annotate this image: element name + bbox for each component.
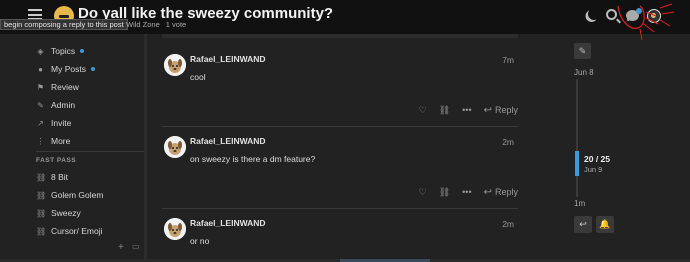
post-time[interactable]: 2m xyxy=(502,137,514,147)
timeline-handle[interactable] xyxy=(575,151,579,176)
sidebar-link-label: Sweezy xyxy=(51,208,81,218)
sidebar-item-review[interactable]: ⚑ Review xyxy=(36,78,79,96)
link-icon[interactable]: ⛓ xyxy=(439,187,450,198)
sidebar-item-label: My Posts xyxy=(51,64,86,74)
sidebar-link-label: Cursor/ Emoji xyxy=(51,226,103,236)
reply-label: Reply xyxy=(494,105,518,115)
timeline-track[interactable] xyxy=(576,79,578,197)
like-icon[interactable]: ♡ xyxy=(419,187,427,198)
post: Rafael_LEINWAND 7m cool ♡ ⛓ ••• ↩ Reply xyxy=(162,52,518,122)
more-icon: ⋮ xyxy=(36,136,45,146)
sidebar-item-label: Admin xyxy=(51,100,76,110)
link-icon: ⛓ xyxy=(36,172,47,182)
post-actions: ♡ ⛓ ••• ↩ Reply xyxy=(419,185,518,199)
post-body: or no xyxy=(190,236,210,246)
notification-dot xyxy=(636,8,642,14)
timeline-start-date[interactable]: Jun 8 xyxy=(574,68,594,77)
reply-icon: ↩ xyxy=(483,104,492,116)
like-icon[interactable]: ♡ xyxy=(419,105,427,116)
collapse-sidebar-button[interactable]: ▭ xyxy=(132,242,140,251)
sidebar-item-label: Topics xyxy=(51,46,76,56)
post: Rafael_LEINWAND 2m on sweezy is there a … xyxy=(162,134,518,204)
reply-button[interactable]: ↩ Reply xyxy=(484,105,518,116)
sidebar-item-label: Review xyxy=(51,82,79,92)
more-icon[interactable]: ••• xyxy=(462,105,471,115)
link-icon: ⛓ xyxy=(36,226,47,236)
sidebar: ◈ Topics ● My Posts ⚑ Review ✎ Admin ↗ I… xyxy=(0,34,148,262)
user-icon: ● xyxy=(38,64,43,74)
reply-label: Reply xyxy=(494,187,518,197)
flag-icon: ⚑ xyxy=(36,82,45,92)
reply-tooltip: begin composing a reply to this post xyxy=(0,19,128,30)
search-icon[interactable] xyxy=(606,9,617,20)
post-time[interactable]: 7m xyxy=(502,55,514,65)
invite-icon: ↗ xyxy=(37,118,44,128)
topics-icon: ◈ xyxy=(37,46,44,56)
admin-wrench-button[interactable]: ✎ xyxy=(574,43,591,59)
sidebar-item-my-posts[interactable]: ● My Posts xyxy=(36,60,95,78)
user-avatar[interactable] xyxy=(647,9,661,23)
post-body: cool xyxy=(190,72,206,82)
unread-dot xyxy=(80,49,85,53)
sidebar-divider xyxy=(36,151,144,152)
sidebar-link-label: Golem Golem xyxy=(51,190,104,200)
sidebar-item-invite[interactable]: ↗ Invite xyxy=(36,114,71,132)
sidebar-link-8-bit[interactable]: ⛓ 8 Bit xyxy=(36,168,68,186)
post-time[interactable]: 2m xyxy=(502,219,514,229)
author-name[interactable]: Rafael_LEINWAND xyxy=(190,54,266,64)
sidebar-link-label: 8 Bit xyxy=(51,172,69,182)
post: Rafael_LEINWAND 2m or no xyxy=(162,216,518,262)
reply-button[interactable]: ↩ Reply xyxy=(484,187,518,198)
app-window: Do yall like the sweezy community? begin… xyxy=(0,0,690,262)
author-avatar[interactable] xyxy=(164,136,186,158)
sidebar-section-title[interactable]: FAST PASS xyxy=(36,157,76,164)
timeline-end-label[interactable]: 1m xyxy=(574,199,585,208)
author-avatar[interactable] xyxy=(164,218,186,240)
sidebar-item-label: Invite xyxy=(51,118,72,128)
post-divider xyxy=(162,126,518,127)
timeline-position: 20 / 25 xyxy=(584,154,610,164)
link-icon: ⛓ xyxy=(36,190,47,200)
sidebar-item-label: More xyxy=(51,136,71,146)
timeline-position-date: Jun 9 xyxy=(584,165,603,174)
more-icon[interactable]: ••• xyxy=(462,187,471,197)
sidebar-item-more[interactable]: ⋮ More xyxy=(36,132,71,150)
topic-meta: Wild Zone 1 vote xyxy=(126,20,186,29)
post-body: on sweezy is there a dm feature? xyxy=(190,154,316,164)
moon-icon[interactable] xyxy=(586,6,601,21)
post-divider xyxy=(162,208,518,209)
post-stream: Rafael_LEINWAND 7m cool ♡ ⛓ ••• ↩ Reply R… xyxy=(152,34,527,262)
link-icon: ⛓ xyxy=(36,208,47,218)
top-divider xyxy=(162,34,518,38)
reply-icon: ↩ xyxy=(483,186,492,198)
author-avatar[interactable] xyxy=(164,54,186,76)
add-section-button[interactable]: + xyxy=(118,242,124,253)
header: Do yall like the sweezy community? begin… xyxy=(0,0,690,41)
sidebar-link-golem-golem[interactable]: ⛓ Golem Golem xyxy=(36,186,103,204)
unread-dot xyxy=(90,67,95,71)
reply-topic-button[interactable]: ↩ xyxy=(574,216,592,233)
sidebar-item-topics[interactable]: ◈ Topics xyxy=(36,42,85,60)
vote-count: 1 vote xyxy=(165,20,187,29)
link-icon[interactable]: ⛓ xyxy=(439,105,450,116)
author-name[interactable]: Rafael_LEINWAND xyxy=(190,136,266,146)
wrench-icon: ✎ xyxy=(37,100,44,110)
notification-bell-button[interactable]: 🔔 xyxy=(596,216,614,233)
category-link[interactable]: Wild Zone xyxy=(126,20,160,29)
sidebar-link-sweezy[interactable]: ⛓ Sweezy xyxy=(36,204,81,222)
post-actions: ♡ ⛓ ••• ↩ Reply xyxy=(419,103,518,117)
sidebar-item-admin[interactable]: ✎ Admin xyxy=(36,96,75,114)
sidebar-link-cursor-emoji[interactable]: ⛓ Cursor/ Emoji xyxy=(36,222,102,240)
sidebar-scrollbar[interactable] xyxy=(144,34,147,262)
author-name[interactable]: Rafael_LEINWAND xyxy=(190,218,266,228)
